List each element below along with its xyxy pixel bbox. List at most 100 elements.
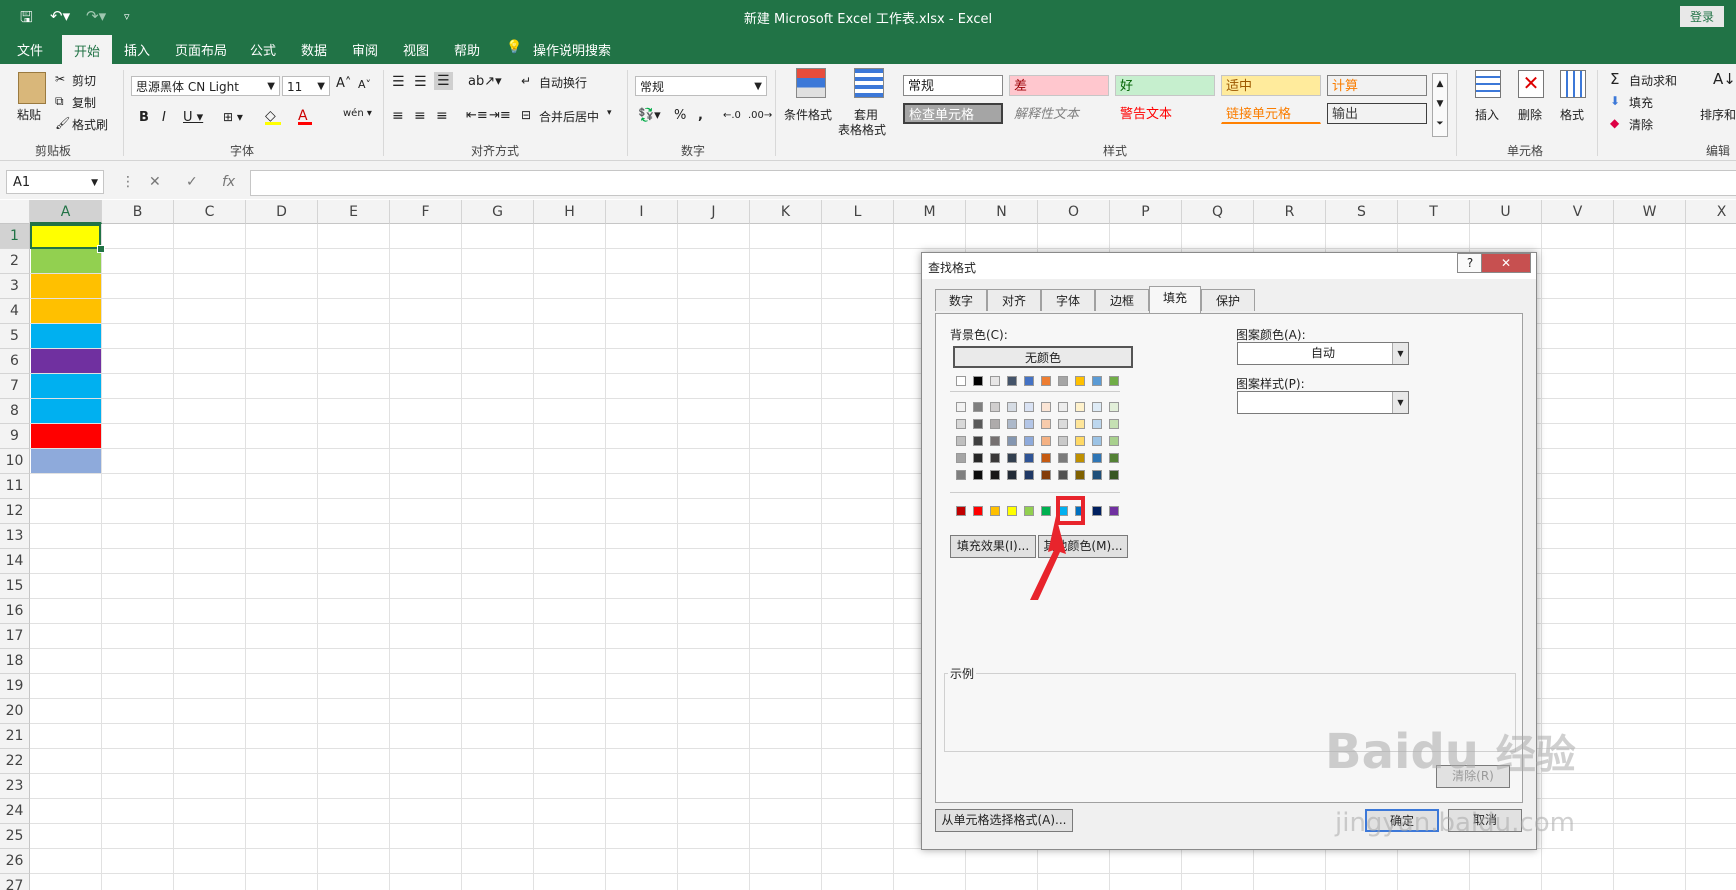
formula-input[interactable] — [250, 170, 1736, 196]
style-linked-cell[interactable]: 链接单元格 — [1221, 103, 1321, 124]
standard-color-swatch[interactable] — [1007, 506, 1017, 516]
row-header[interactable]: 19 — [0, 674, 30, 699]
tint-color-swatch[interactable] — [956, 436, 966, 446]
copy-button[interactable]: 复制 — [72, 94, 96, 111]
tab-alignment[interactable]: 对齐 — [987, 289, 1041, 311]
fill-color-icon[interactable]: ◇ — [265, 108, 281, 125]
style-calculation[interactable]: 计算 — [1327, 75, 1427, 96]
tint-color-swatch[interactable] — [990, 436, 1000, 446]
row-header[interactable]: 6 — [0, 349, 30, 374]
tint-color-swatch[interactable] — [973, 402, 983, 412]
align-middle-icon[interactable]: ☰ — [414, 74, 427, 90]
phonetic-icon[interactable]: wén ▾ — [343, 108, 372, 119]
column-header[interactable]: F — [390, 200, 462, 224]
column-header[interactable]: R — [1254, 200, 1326, 224]
column-header[interactable]: E — [318, 200, 390, 224]
choose-format-from-cell-button[interactable]: 从单元格选择格式(A)... — [935, 809, 1073, 832]
tint-color-swatch[interactable] — [1007, 419, 1017, 429]
column-header[interactable]: M — [894, 200, 966, 224]
column-header[interactable]: J — [678, 200, 750, 224]
tint-color-swatch[interactable] — [1075, 470, 1085, 480]
row-header[interactable]: 20 — [0, 699, 30, 724]
fill-effects-button[interactable]: 填充效果(I)... — [950, 535, 1036, 558]
tint-color-swatch[interactable] — [1041, 453, 1051, 463]
insert-function-icon[interactable]: fx — [222, 174, 235, 190]
tint-color-swatch[interactable] — [1041, 419, 1051, 429]
style-neutral[interactable]: 适中 — [1221, 75, 1321, 96]
tab-insert[interactable]: 插入 — [124, 40, 150, 59]
theme-color-swatch[interactable] — [1041, 376, 1051, 386]
border-icon[interactable]: ⊞ ▾ — [223, 110, 243, 124]
decrease-font-icon[interactable]: A˅ — [358, 78, 371, 91]
tint-color-swatch[interactable] — [1024, 470, 1034, 480]
tint-color-swatch[interactable] — [1092, 453, 1102, 463]
column-header[interactable]: O — [1038, 200, 1110, 224]
column-header[interactable]: V — [1542, 200, 1614, 224]
tint-color-swatch[interactable] — [1058, 453, 1068, 463]
increase-font-icon[interactable]: A˄ — [336, 76, 351, 91]
orientation-icon[interactable]: ab↗▾ — [468, 74, 502, 89]
tab-border[interactable]: 边框 — [1095, 289, 1149, 311]
column-header[interactable]: P — [1110, 200, 1182, 224]
clear-button[interactable]: 清除 — [1629, 116, 1653, 133]
style-explanatory[interactable]: 解释性文本 — [1009, 103, 1109, 124]
align-bottom-icon[interactable]: ☰ — [434, 72, 453, 90]
row-header[interactable]: 25 — [0, 824, 30, 849]
row-header[interactable]: 9 — [0, 424, 30, 449]
tab-font[interactable]: 字体 — [1041, 289, 1095, 311]
bold-icon[interactable]: B — [139, 110, 149, 125]
tint-color-swatch[interactable] — [1024, 402, 1034, 412]
conditional-format-button[interactable]: 条件格式 — [784, 106, 832, 123]
select-all-corner[interactable] — [0, 200, 30, 224]
row-header[interactable]: 23 — [0, 774, 30, 799]
close-icon[interactable]: ✕ — [1481, 253, 1531, 273]
standard-color-swatch[interactable] — [956, 506, 966, 516]
percent-icon[interactable]: % — [674, 108, 686, 123]
row-header[interactable]: 11 — [0, 474, 30, 499]
align-top-icon[interactable]: ☰ — [392, 74, 405, 90]
tint-color-swatch[interactable] — [1058, 470, 1068, 480]
font-name-combo[interactable]: 思源黑体 CN Light ▼ — [131, 76, 280, 96]
tint-color-swatch[interactable] — [1041, 470, 1051, 480]
tint-color-swatch[interactable] — [1075, 402, 1085, 412]
no-color-button[interactable]: 无颜色 — [953, 346, 1133, 368]
align-left-icon[interactable]: ≡ — [392, 108, 404, 124]
theme-color-swatch[interactable] — [1058, 376, 1068, 386]
autosum-button[interactable]: 自动求和 — [1629, 72, 1677, 89]
standard-color-swatch[interactable] — [973, 506, 983, 516]
tint-color-swatch[interactable] — [1007, 402, 1017, 412]
tint-color-swatch[interactable] — [1024, 419, 1034, 429]
theme-color-swatch[interactable] — [956, 376, 966, 386]
insert-cells-icon[interactable] — [1475, 70, 1501, 98]
cut-button[interactable]: 剪切 — [72, 72, 96, 89]
tint-color-swatch[interactable] — [1109, 419, 1119, 429]
column-header[interactable]: L — [822, 200, 894, 224]
tint-color-swatch[interactable] — [1092, 402, 1102, 412]
tint-color-swatch[interactable] — [1109, 470, 1119, 480]
theme-color-swatch[interactable] — [1109, 376, 1119, 386]
conditional-format-icon[interactable] — [796, 68, 826, 98]
enter-icon[interactable]: ✓ — [186, 174, 198, 190]
tab-number[interactable]: 数字 — [935, 289, 987, 311]
column-header[interactable]: U — [1470, 200, 1542, 224]
style-bad[interactable]: 差 — [1009, 75, 1109, 96]
row-header[interactable]: 13 — [0, 524, 30, 549]
standard-color-swatch[interactable] — [1092, 506, 1102, 516]
tint-color-swatch[interactable] — [973, 470, 983, 480]
column-header[interactable]: I — [606, 200, 678, 224]
row-header[interactable]: 8 — [0, 399, 30, 424]
merge-center-button[interactable]: 合并后居中 — [539, 108, 599, 125]
standard-color-swatch[interactable] — [1109, 506, 1119, 516]
pattern-color-combo[interactable]: 自动 ▼ — [1237, 342, 1409, 365]
tint-color-swatch[interactable] — [1075, 436, 1085, 446]
tint-color-swatch[interactable] — [1007, 436, 1017, 446]
column-header[interactable]: X — [1686, 200, 1736, 224]
align-right-icon[interactable]: ≡ — [436, 108, 448, 124]
row-header[interactable]: 24 — [0, 799, 30, 824]
tint-color-swatch[interactable] — [1007, 453, 1017, 463]
row-header[interactable]: 12 — [0, 499, 30, 524]
column-header[interactable]: W — [1614, 200, 1686, 224]
theme-color-swatch[interactable] — [1007, 376, 1017, 386]
tint-color-swatch[interactable] — [1109, 436, 1119, 446]
row-header[interactable]: 15 — [0, 574, 30, 599]
